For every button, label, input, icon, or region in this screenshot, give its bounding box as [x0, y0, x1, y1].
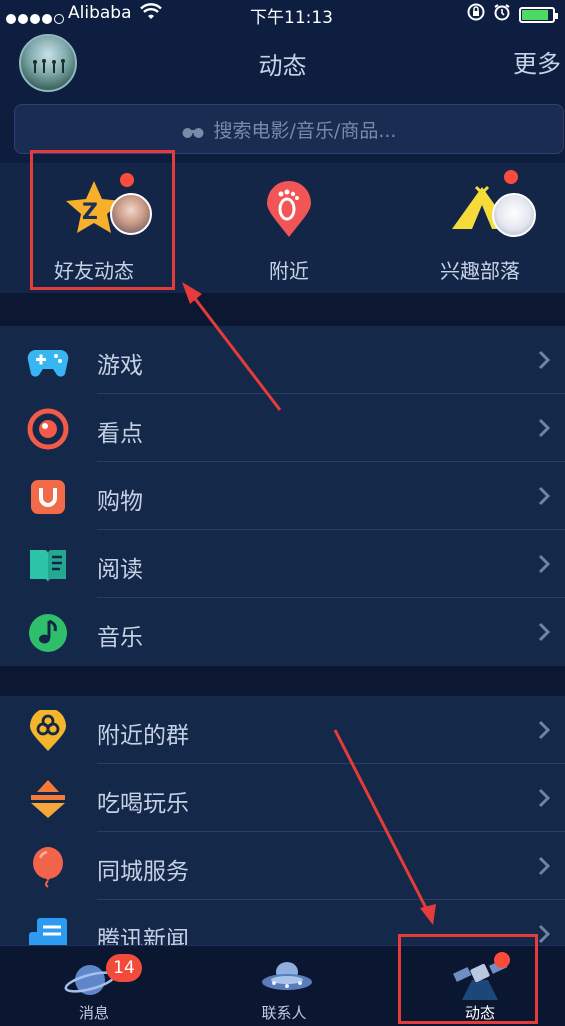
- annotation-arrows: [182, 282, 436, 925]
- arrow-head-down-icon: [420, 904, 436, 925]
- app-screen: Alibaba 下午11:13 动态 更多 搜索电影/音乐/商品... Z 好友…: [0, 0, 565, 1026]
- arrow-head-up-icon: [182, 282, 202, 304]
